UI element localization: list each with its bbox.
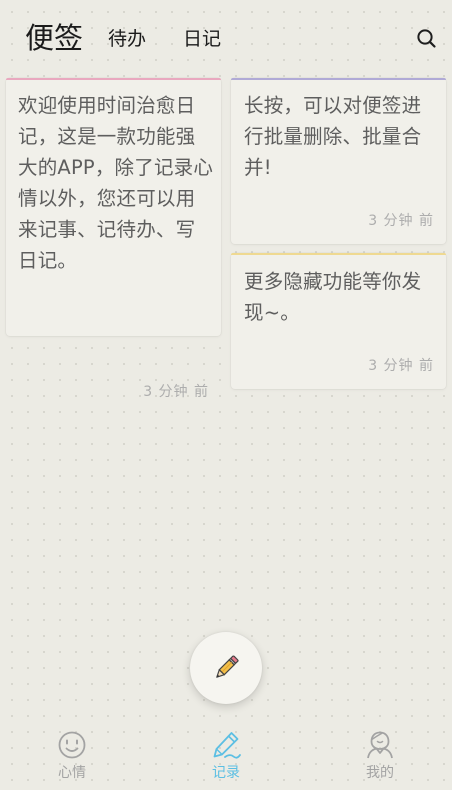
search-button[interactable]: [412, 24, 442, 54]
nav-label: 心情: [58, 765, 86, 781]
note-accent-bar: [231, 253, 446, 255]
note-text: 更多隐藏功能等你发现~。: [244, 270, 422, 324]
tab-notes[interactable]: 便签: [25, 19, 83, 57]
new-note-button[interactable]: [190, 632, 262, 704]
nav-item-notes[interactable]: 记录: [181, 726, 271, 788]
nav-label: 我的: [366, 765, 394, 781]
note-card[interactable]: 长按，可以对便签进行批量删除、批量合并! 3 分钟 前: [231, 78, 446, 244]
pen-icon: [213, 732, 241, 759]
note-timestamp: 3 分钟 前: [368, 213, 434, 229]
nav-item-mood[interactable]: 心情: [27, 726, 117, 788]
smiley-icon: [58, 731, 86, 759]
nav-item-mine[interactable]: 我的: [335, 726, 425, 788]
note-text: 欢迎使用时间治愈日记，这是一款功能强大的APP，除了记录心情以外，您还可以用来记…: [18, 94, 214, 272]
pencil-icon: [216, 655, 239, 678]
note-text: 长按，可以对便签进行批量删除、批量合并!: [244, 94, 422, 179]
tab-diary[interactable]: 日记: [183, 26, 221, 52]
profile-icon: [367, 731, 393, 759]
search-icon: [417, 29, 436, 48]
note-accent-bar: [6, 78, 221, 80]
tab-todo[interactable]: 待办: [108, 26, 146, 52]
note-timestamp: 3 分钟 前: [143, 384, 209, 400]
note-timestamp: 3 分钟 前: [368, 358, 434, 374]
note-accent-bar: [231, 78, 446, 80]
top-bar: 便签 待办 日记: [0, 0, 452, 76]
note-card[interactable]: 欢迎使用时间治愈日记，这是一款功能强大的APP，除了记录心情以外，您还可以用来记…: [6, 78, 221, 400]
note-card[interactable]: 更多隐藏功能等你发现~。 3 分钟 前: [231, 253, 446, 389]
nav-label: 记录: [212, 765, 240, 781]
